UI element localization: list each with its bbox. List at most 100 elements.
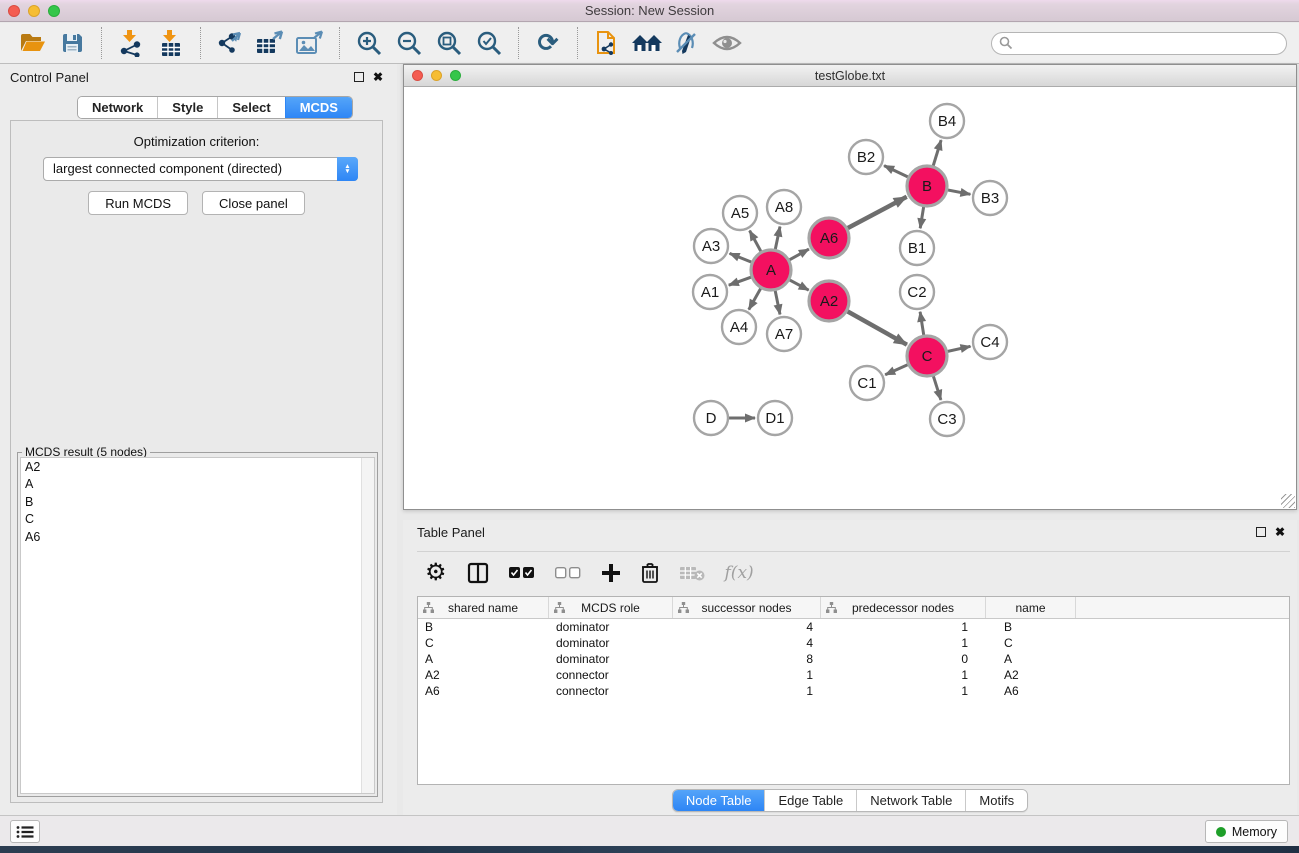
tab-node-table[interactable]: Node Table [673,790,765,811]
mcds-result-item[interactable]: C [21,511,374,529]
tab-edge-table[interactable]: Edge Table [764,790,856,811]
cell-mcds-role[interactable]: dominator [549,635,673,651]
node-A2[interactable]: A2 [809,281,849,321]
network-graph[interactable]: AA1A2A3A4A5A6A7A8BB1B2B3B4CC1C2C3C4DD1 [404,88,1296,509]
node-B4[interactable]: B4 [930,104,964,138]
network-window-titlebar[interactable]: testGlobe.txt [404,65,1296,87]
cell-successor-nodes[interactable]: 8 [673,651,821,667]
table-row[interactable]: A6connector11A6 [418,683,1289,699]
scrollbar-track[interactable] [361,458,374,793]
document-network-icon[interactable] [591,27,623,59]
cell-shared-name[interactable]: A [418,651,549,667]
node-D1[interactable]: D1 [758,401,792,435]
import-network-icon[interactable] [115,27,147,59]
mcds-result-item[interactable]: A2 [21,458,374,476]
cell-shared-name[interactable]: A6 [418,683,549,699]
node-D[interactable]: D [694,401,728,435]
node-A8[interactable]: A8 [767,190,801,224]
table-row[interactable]: A2connector11A2 [418,667,1289,683]
export-network-icon[interactable] [214,27,246,59]
run-mcds-button[interactable]: Run MCDS [88,191,188,215]
tab-style[interactable]: Style [157,97,217,118]
cell-successor-nodes[interactable]: 1 [673,667,821,683]
float-table-panel-icon[interactable] [1256,527,1266,537]
delete-column-icon[interactable] [641,558,659,588]
network-canvas[interactable]: AA1A2A3A4A5A6A7A8BB1B2B3B4CC1C2C3C4DD1 [404,88,1296,509]
close-table-panel-icon[interactable]: ✖ [1275,527,1285,537]
node-B2[interactable]: B2 [849,140,883,174]
table-row[interactable]: Adominator80A [418,651,1289,667]
zoom-in-icon[interactable] [353,27,385,59]
cell-shared-name[interactable]: C [418,635,549,651]
cell-shared-name[interactable]: B [418,619,549,635]
cell-predecessor-nodes[interactable]: 1 [821,667,986,683]
deselect-all-icon[interactable] [555,558,581,588]
cell-shared-name[interactable]: A2 [418,667,549,683]
cell-mcds-role[interactable]: connector [549,667,673,683]
cell-successor-nodes[interactable]: 1 [673,683,821,699]
cell-mcds-role[interactable]: dominator [549,619,673,635]
open-file-icon[interactable] [16,27,48,59]
table-settings-icon[interactable]: ⚙ [425,558,447,588]
column-header-name[interactable]: name [986,597,1076,618]
table-row[interactable]: Bdominator41B [418,619,1289,635]
node-C1[interactable]: C1 [850,366,884,400]
search-input[interactable] [991,32,1287,55]
close-panel-icon[interactable]: ✖ [373,72,383,82]
save-session-icon[interactable] [56,27,88,59]
node-A5[interactable]: A5 [723,196,757,230]
task-history-button[interactable] [10,820,40,843]
cell-name[interactable]: A6 [986,683,1076,699]
cell-successor-nodes[interactable]: 4 [673,619,821,635]
cell-predecessor-nodes[interactable]: 1 [821,635,986,651]
zoom-fit-icon[interactable] [433,27,465,59]
tab-network-table[interactable]: Network Table [856,790,965,811]
cell-predecessor-nodes[interactable]: 1 [821,619,986,635]
graphics-details-icon[interactable] [671,27,703,59]
refresh-icon[interactable]: ⟳ [532,27,564,59]
cell-name[interactable]: C [986,635,1076,651]
export-table-icon[interactable] [254,27,286,59]
mcds-result-list[interactable]: A2ABCA6 [20,457,375,794]
mcds-result-item[interactable]: A [21,476,374,494]
cell-predecessor-nodes[interactable]: 1 [821,683,986,699]
add-column-icon[interactable] [601,558,621,588]
cell-name[interactable]: A [986,651,1076,667]
home-icon[interactable] [631,27,663,59]
mcds-result-item[interactable]: A6 [21,528,374,546]
cell-name[interactable]: B [986,619,1076,635]
tab-mcds[interactable]: MCDS [285,97,352,118]
node-A1[interactable]: A1 [693,275,727,309]
tab-select[interactable]: Select [217,97,284,118]
cell-name[interactable]: A2 [986,667,1076,683]
column-header-shared-name[interactable]: shared name [418,597,549,618]
zoom-out-icon[interactable] [393,27,425,59]
node-A7[interactable]: A7 [767,317,801,351]
import-table-icon[interactable] [155,27,187,59]
optimization-select[interactable]: largest connected component (directed) ▲… [43,157,358,181]
zoom-selected-icon[interactable] [473,27,505,59]
cell-mcds-role[interactable]: connector [549,683,673,699]
column-header-mcds-role[interactable]: MCDS role [549,597,673,618]
node-A3[interactable]: A3 [694,229,728,263]
mcds-result-item[interactable]: B [21,493,374,511]
node-C4[interactable]: C4 [973,325,1007,359]
node-C[interactable]: C [907,336,947,376]
export-image-icon[interactable] [294,27,326,59]
column-header-successor-nodes[interactable]: successor nodes [673,597,821,618]
float-panel-icon[interactable] [354,72,364,82]
cell-predecessor-nodes[interactable]: 0 [821,651,986,667]
node-A4[interactable]: A4 [722,310,756,344]
node-C3[interactable]: C3 [930,402,964,436]
memory-button[interactable]: Memory [1205,820,1288,843]
node-A[interactable]: A [751,250,791,290]
node-B[interactable]: B [907,166,947,206]
node-C2[interactable]: C2 [900,275,934,309]
node-A6[interactable]: A6 [809,218,849,258]
resize-grip[interactable] [1281,494,1295,508]
close-panel-button[interactable]: Close panel [202,191,305,215]
tab-motifs[interactable]: Motifs [965,790,1027,811]
node-B1[interactable]: B1 [900,231,934,265]
select-all-icon[interactable] [509,558,535,588]
column-panel-icon[interactable] [467,558,489,588]
